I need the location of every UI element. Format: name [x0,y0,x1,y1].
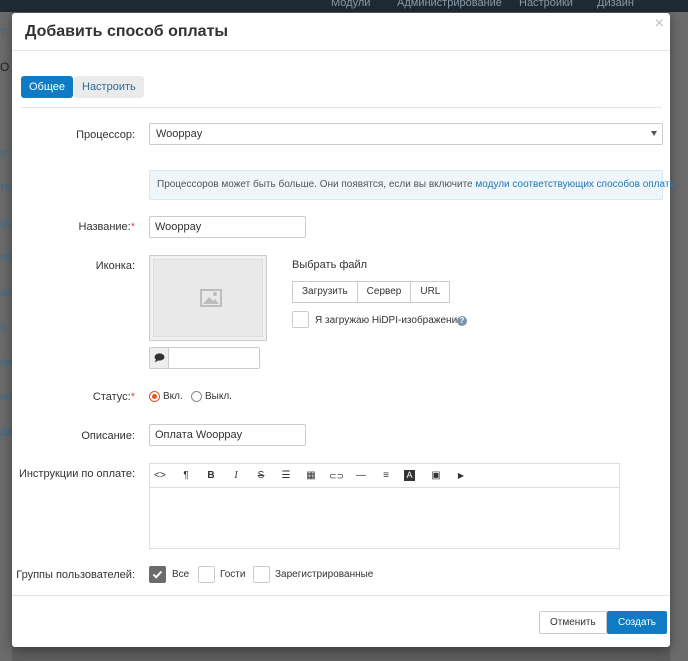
link-icon[interactable]: ⊂⊃ [329,470,344,482]
italic-icon[interactable]: I [229,470,243,482]
code-view-icon[interactable]: <> [153,470,167,482]
dialog-footer: Отменить Создать [12,595,670,647]
icon-label: Иконка: [95,260,135,272]
table-icon[interactable]: ▦ [304,470,318,482]
tab-general[interactable]: Общее [21,76,74,98]
icon-alt-input[interactable] [149,347,260,369]
bg-side-text: ко [0,148,11,159]
group-all-label: Все [172,569,190,580]
image-icon [200,289,222,307]
hidpi-label: Я загружаю HiDPI-изображение. [315,315,466,326]
processor-info-note: Процессоров может быть больше. Они появя… [149,170,679,200]
image-icon[interactable]: ▣ [429,470,443,482]
create-button[interactable]: Создать [607,611,668,634]
checkmark-icon [152,570,163,579]
description-input[interactable]: Оплата Wooppay [149,424,306,446]
status-off-radio[interactable] [191,391,202,402]
group-registered-label: Зарегистрированные [275,569,374,580]
list-icon[interactable]: ☰ [279,470,293,482]
bg-side-text: ди [0,427,12,438]
horizontal-rule-icon[interactable]: — [354,470,368,482]
upload-source-group: Загрузить Сервер URL [292,281,451,303]
name-input[interactable]: Wooppay [149,216,306,238]
comment-icon [150,348,169,368]
name-label-text: Название: [78,221,131,233]
group-all-checkbox[interactable] [149,566,166,583]
bg-side-text: ил [0,392,12,403]
info-text: Процессоров может быть больше. Они появя… [157,179,476,190]
hidpi-checkbox[interactable] [292,311,309,328]
server-button[interactable]: Сервер [357,281,412,303]
instructions-label: Инструкции по оплате: [18,468,135,480]
choose-file-label: Выбрать файл [292,259,368,271]
background-sidebar: Т О ко та уд оба оп о ом ил ди [0,12,17,661]
bg-side-text: оп [0,288,11,299]
upload-button[interactable]: Загрузить [292,281,358,303]
bg-menu-settings: Настройки [519,0,573,9]
background-right [670,12,688,661]
editor-toolbar: <> ¶ B I S ☰ ▦ ⊂⊃ — ≡ A ▣ ▶ [150,464,619,488]
info-tail: . [676,179,680,190]
user-groups-label: Группы пользователей: [16,569,135,581]
instructions-editor: <> ¶ B I S ☰ ▦ ⊂⊃ — ≡ A ▣ ▶ [149,463,620,549]
url-button[interactable]: URL [411,281,451,303]
processor-label: Процессор: [76,129,135,141]
processor-select-value: Wooppay [156,128,203,140]
bg-side-text: уд [0,218,11,229]
bg-menu-design: Дизайн [597,0,634,9]
tab-divider [21,107,662,108]
status-label-text: Статус: [92,391,131,403]
required-mark: * [130,221,135,233]
bold-icon[interactable]: B [204,470,218,482]
video-icon[interactable]: ▶ [454,470,468,482]
status-on-label: Вкл. [163,391,183,402]
bg-menu-admin: Администрирование [397,0,502,9]
strikethrough-icon[interactable]: S [254,470,268,482]
align-icon[interactable]: ≡ [379,470,393,482]
chevron-down-icon [651,131,657,136]
status-off-label: Выкл. [205,391,232,402]
font-color-icon[interactable]: A [404,470,415,481]
icon-preview [149,255,267,341]
editor-content[interactable] [150,488,619,548]
paragraph-icon[interactable]: ¶ [179,470,193,482]
group-guests-checkbox[interactable] [198,566,215,583]
description-label: Описание: [81,430,135,442]
help-icon[interactable]: ? [457,316,467,326]
group-guests-label: Гости [220,569,246,580]
bg-side-text: о [0,322,6,333]
bg-side-text: ом [0,357,13,368]
bg-side-text: О [0,60,10,74]
bg-side-text: та [0,182,11,193]
dialog-header: Добавить способ оплаты × [12,13,670,51]
tab-configure[interactable]: Настроить [74,76,144,98]
status-on-radio[interactable] [149,391,160,402]
processor-select[interactable]: Wooppay [149,123,663,145]
icon-preview-inner [153,259,263,337]
modules-link[interactable]: модули соответствующих способов оплаты [475,179,676,190]
dialog-title: Добавить способ оплаты [25,23,229,40]
add-payment-method-dialog: Добавить способ оплаты × Общее Настроить… [12,13,679,647]
cancel-button[interactable]: Отменить [539,611,607,634]
status-label: Статус:* [93,391,135,403]
group-registered-checkbox[interactable] [253,566,270,583]
background-topbar: Модули Администрирование Настройки Дизай… [0,0,688,12]
close-icon[interactable]: × [655,15,664,33]
name-label: Название:* [79,221,136,233]
required-mark: * [130,391,135,403]
bg-menu-modules: Модули [331,0,371,9]
speech-bubble-icon [154,353,165,363]
bg-side-text: Т [0,28,7,39]
